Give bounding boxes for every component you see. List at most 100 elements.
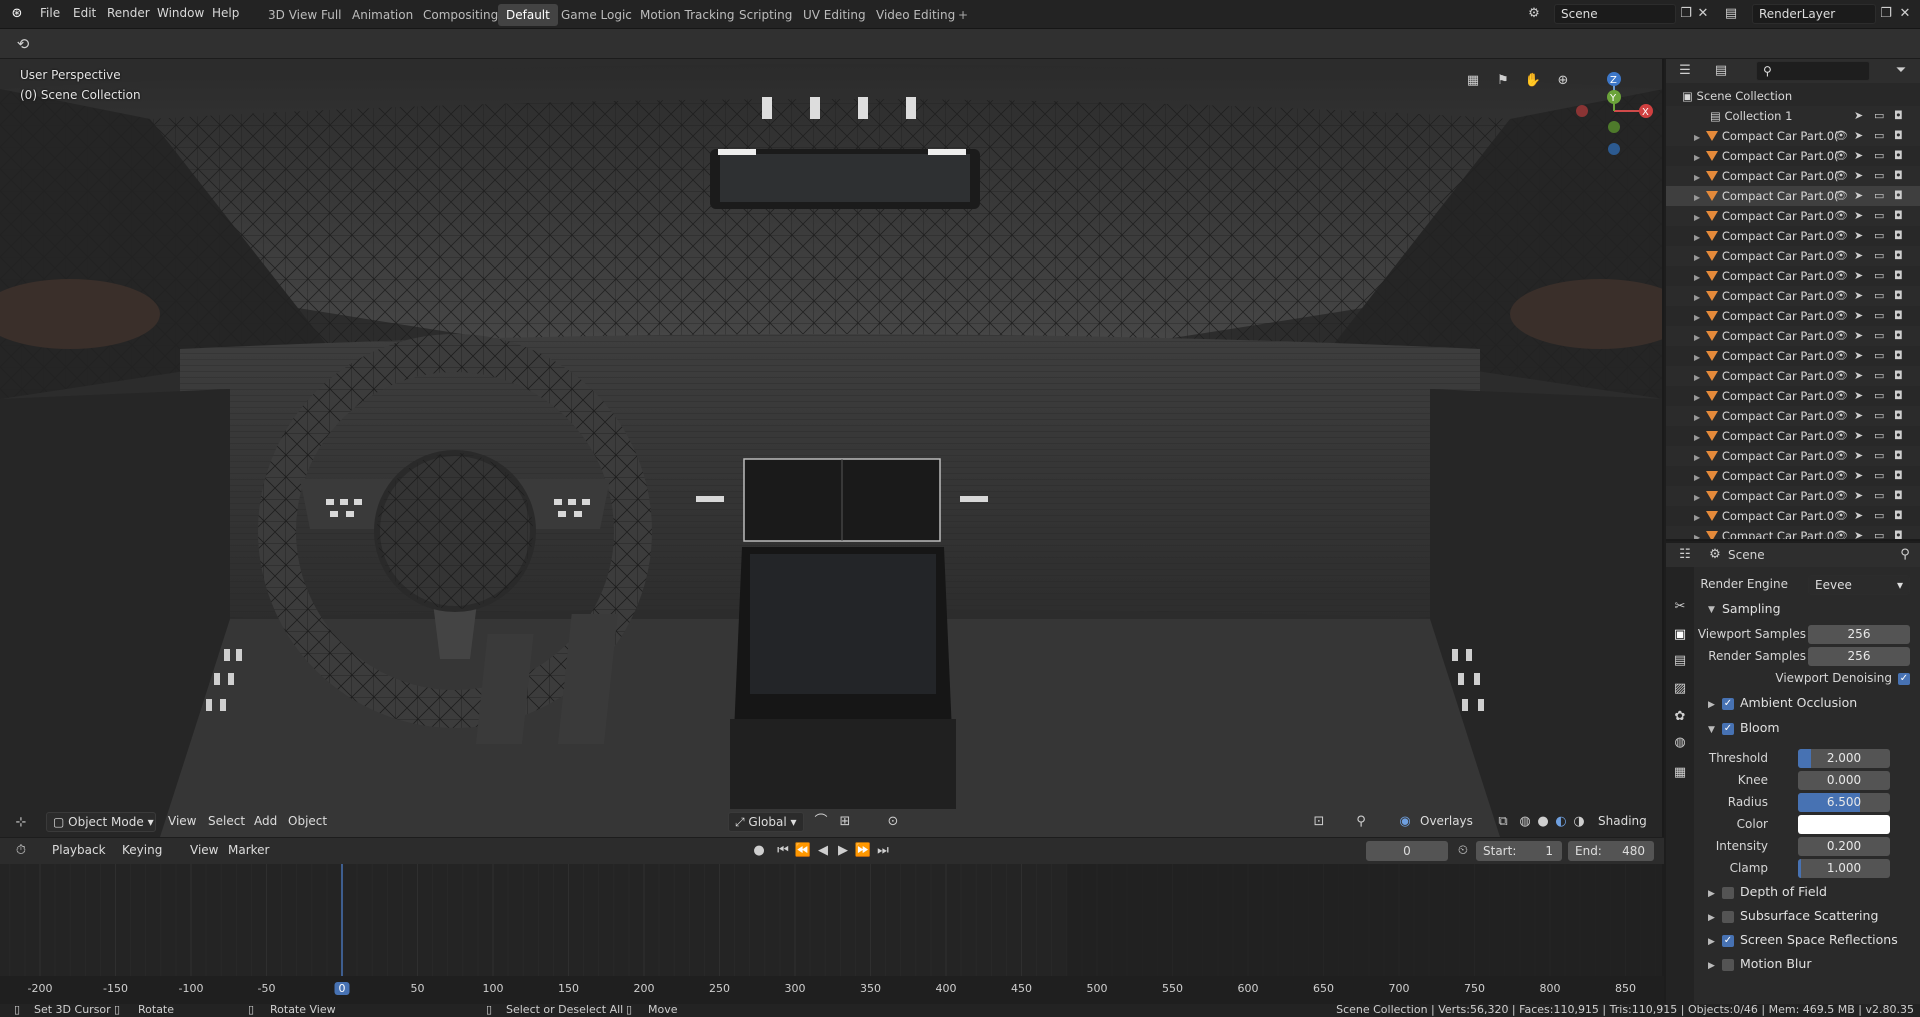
- select-toggle-icon[interactable]: ➤: [1854, 166, 1863, 186]
- viewport-toggle-icon[interactable]: ▭: [1874, 506, 1884, 526]
- render-toggle-icon[interactable]: ◘: [1894, 526, 1903, 539]
- ambient-occlusion-checkbox[interactable]: ✓: [1722, 698, 1734, 710]
- render-toggle-icon[interactable]: ◘: [1894, 446, 1903, 466]
- expand-arrow-icon[interactable]: ▶: [1694, 473, 1700, 482]
- outliner-scene-collection[interactable]: ▣ Scene Collection: [1666, 86, 1920, 106]
- render-toggle-icon[interactable]: ◘: [1894, 346, 1903, 366]
- menu-file[interactable]: File: [40, 6, 60, 20]
- render-toggle-icon[interactable]: ◘: [1894, 366, 1903, 386]
- gizmo-neg-y[interactable]: [1608, 121, 1620, 133]
- select-toggle-icon[interactable]: ➤: [1854, 326, 1863, 346]
- toggle-camera-view-icon[interactable]: ▦: [1464, 72, 1482, 90]
- outliner[interactable]: ☰ ▤ ⚲ ⏷ ▣ Scene Collection ▤ Collection …: [1666, 59, 1920, 541]
- pin-icon[interactable]: ⚲: [1896, 546, 1914, 564]
- render-toggle-icon[interactable]: ◘: [1894, 106, 1903, 126]
- select-toggle-icon[interactable]: ➤: [1854, 226, 1863, 246]
- view-menu[interactable]: View: [168, 814, 196, 828]
- overlays-icon[interactable]: ◉: [1396, 813, 1414, 831]
- ambient-occlusion-caret-icon[interactable]: ▶: [1708, 700, 1715, 710]
- expand-arrow-icon[interactable]: ▶: [1694, 253, 1700, 262]
- expand-arrow-icon[interactable]: ▶: [1694, 373, 1700, 382]
- eye-icon[interactable]: 👁: [1834, 486, 1848, 506]
- outliner-item[interactable]: ▶ Compact Car Part.0(👁 ➤ ▭ ◘: [1666, 166, 1920, 186]
- expand-arrow-icon[interactable]: ▶: [1694, 273, 1700, 282]
- layer-field[interactable]: RenderLayer: [1752, 4, 1876, 24]
- tab-compositing[interactable]: Compositing: [415, 4, 506, 26]
- viewport-toggle-icon[interactable]: ▭: [1874, 146, 1884, 166]
- eye-icon[interactable]: 👁: [1834, 126, 1848, 146]
- material-shading-icon[interactable]: ◐: [1552, 813, 1570, 831]
- eye-icon[interactable]: 👁: [1834, 366, 1848, 386]
- menu-help[interactable]: Help: [212, 6, 239, 20]
- render-toggle-icon[interactable]: ◘: [1894, 286, 1903, 306]
- expand-arrow-icon[interactable]: ▶: [1694, 153, 1700, 162]
- render-toggle-icon[interactable]: ◘: [1894, 466, 1903, 486]
- viewport-toggle-icon[interactable]: ▭: [1874, 326, 1884, 346]
- viewport-denoising-checkbox[interactable]: ✓: [1898, 673, 1910, 685]
- outliner-item[interactable]: ▶ Compact Car Part.0 👁 ➤ ▭ ◘: [1666, 326, 1920, 346]
- select-toggle-icon[interactable]: ➤: [1854, 246, 1863, 266]
- object-menu[interactable]: Object: [288, 814, 327, 828]
- viewport-toggle-icon[interactable]: ▭: [1874, 306, 1884, 326]
- select-toggle-icon[interactable]: ➤: [1854, 126, 1863, 146]
- expand-arrow-icon[interactable]: ▶: [1694, 493, 1700, 502]
- outliner-item[interactable]: ▶ Compact Car Part.0(👁 ➤ ▭ ◘: [1666, 146, 1920, 166]
- layer-icon[interactable]: ▤: [1722, 5, 1740, 23]
- render-toggle-icon[interactable]: ◘: [1894, 186, 1903, 206]
- eye-icon[interactable]: 👁: [1834, 526, 1848, 539]
- select-toggle-icon[interactable]: ➤: [1854, 206, 1863, 226]
- outliner-item[interactable]: ▶ Compact Car Part.0 👁 ➤ ▭ ◘: [1666, 266, 1920, 286]
- copy-scene-icon[interactable]: ❐: [1677, 5, 1695, 23]
- select-toggle-icon[interactable]: ➤: [1854, 386, 1863, 406]
- bloom-color-swatch[interactable]: [1798, 815, 1890, 834]
- expand-arrow-icon[interactable]: ▶: [1694, 513, 1700, 522]
- tab-scripting[interactable]: Scripting: [731, 4, 800, 26]
- proportional-edit-icon[interactable]: ⊙: [884, 813, 902, 831]
- expand-arrow-icon[interactable]: ▶: [1694, 213, 1700, 222]
- blender-logo-icon[interactable]: ⊛: [8, 5, 26, 23]
- viewport-toggle-icon[interactable]: ▭: [1874, 226, 1884, 246]
- eye-icon[interactable]: 👁: [1834, 446, 1848, 466]
- outliner-item[interactable]: ▶ Compact Car Part.0 👁 ➤ ▭ ◘: [1666, 346, 1920, 366]
- viewport-toggle-icon[interactable]: ▭: [1874, 426, 1884, 446]
- viewport-toggle-icon[interactable]: ▭: [1874, 186, 1884, 206]
- overlays-menu[interactable]: Overlays: [1420, 814, 1473, 828]
- expand-arrow-icon[interactable]: ▶: [1694, 293, 1700, 302]
- viewport-toggle-icon[interactable]: ▭: [1874, 246, 1884, 266]
- render-toggle-icon[interactable]: ◘: [1894, 386, 1903, 406]
- expand-arrow-icon[interactable]: ▶: [1694, 413, 1700, 422]
- select-toggle-icon[interactable]: ➤: [1854, 146, 1863, 166]
- sss-caret-icon[interactable]: ▶: [1708, 913, 1715, 923]
- expand-arrow-icon[interactable]: ▶: [1694, 333, 1700, 342]
- properties-editor-type-icon[interactable]: ☷: [1676, 546, 1694, 564]
- screen-space-reflections-panel[interactable]: Screen Space Reflections: [1740, 932, 1898, 947]
- select-toggle-icon[interactable]: ➤: [1854, 306, 1863, 326]
- rendered-shading-icon[interactable]: ◑: [1570, 813, 1588, 831]
- outliner-item[interactable]: ▶ Compact Car Part.0(👁 ➤ ▭ ◘: [1666, 126, 1920, 146]
- viewport-toggle-icon[interactable]: ▭: [1874, 346, 1884, 366]
- timeline-editor[interactable]: ⏱ Playback Keying View Marker ● ⏮ ⏪ ◀ ▶ …: [0, 838, 1664, 1004]
- mode-select[interactable]: ▢ Object Mode ▾: [46, 812, 156, 832]
- eye-icon[interactable]: 👁: [1834, 166, 1848, 186]
- viewport-toggle-icon[interactable]: ▭: [1874, 106, 1884, 126]
- select-toggle-icon[interactable]: ➤: [1854, 346, 1863, 366]
- select-toggle-icon[interactable]: ➤: [1854, 186, 1863, 206]
- outliner-item[interactable]: ▶ Compact Car Part.0 👁 ➤ ▭ ◘: [1666, 306, 1920, 326]
- viewport-toggle-icon[interactable]: ▭: [1874, 486, 1884, 506]
- tab-uv-editing[interactable]: UV Editing: [795, 4, 874, 26]
- eye-icon[interactable]: 👁: [1834, 346, 1848, 366]
- outliner-item[interactable]: ▶ Compact Car Part.0 👁 ➤ ▭ ◘: [1666, 246, 1920, 266]
- eye-icon[interactable]: 👁: [1834, 246, 1848, 266]
- outliner-item[interactable]: ▶ Compact Car Part.0 👁 ➤ ▭ ◘: [1666, 206, 1920, 226]
- pan-hand-icon[interactable]: ✋: [1524, 72, 1542, 90]
- menu-render[interactable]: Render: [107, 6, 150, 20]
- eye-icon[interactable]: 👁: [1834, 146, 1848, 166]
- expand-arrow-icon[interactable]: ▶: [1694, 393, 1700, 402]
- view-layer-tab-icon[interactable]: ▨: [1670, 679, 1690, 699]
- eye-icon[interactable]: 👁: [1834, 326, 1848, 346]
- outliner-item[interactable]: ▶ Compact Car Part.0 👁 ➤ ▭ ◘: [1666, 526, 1920, 539]
- viewport-toggle-icon[interactable]: ▭: [1874, 126, 1884, 146]
- eye-icon[interactable]: 👁: [1834, 306, 1848, 326]
- sampling-panel[interactable]: Sampling: [1722, 601, 1781, 616]
- menu-window[interactable]: Window: [157, 6, 204, 20]
